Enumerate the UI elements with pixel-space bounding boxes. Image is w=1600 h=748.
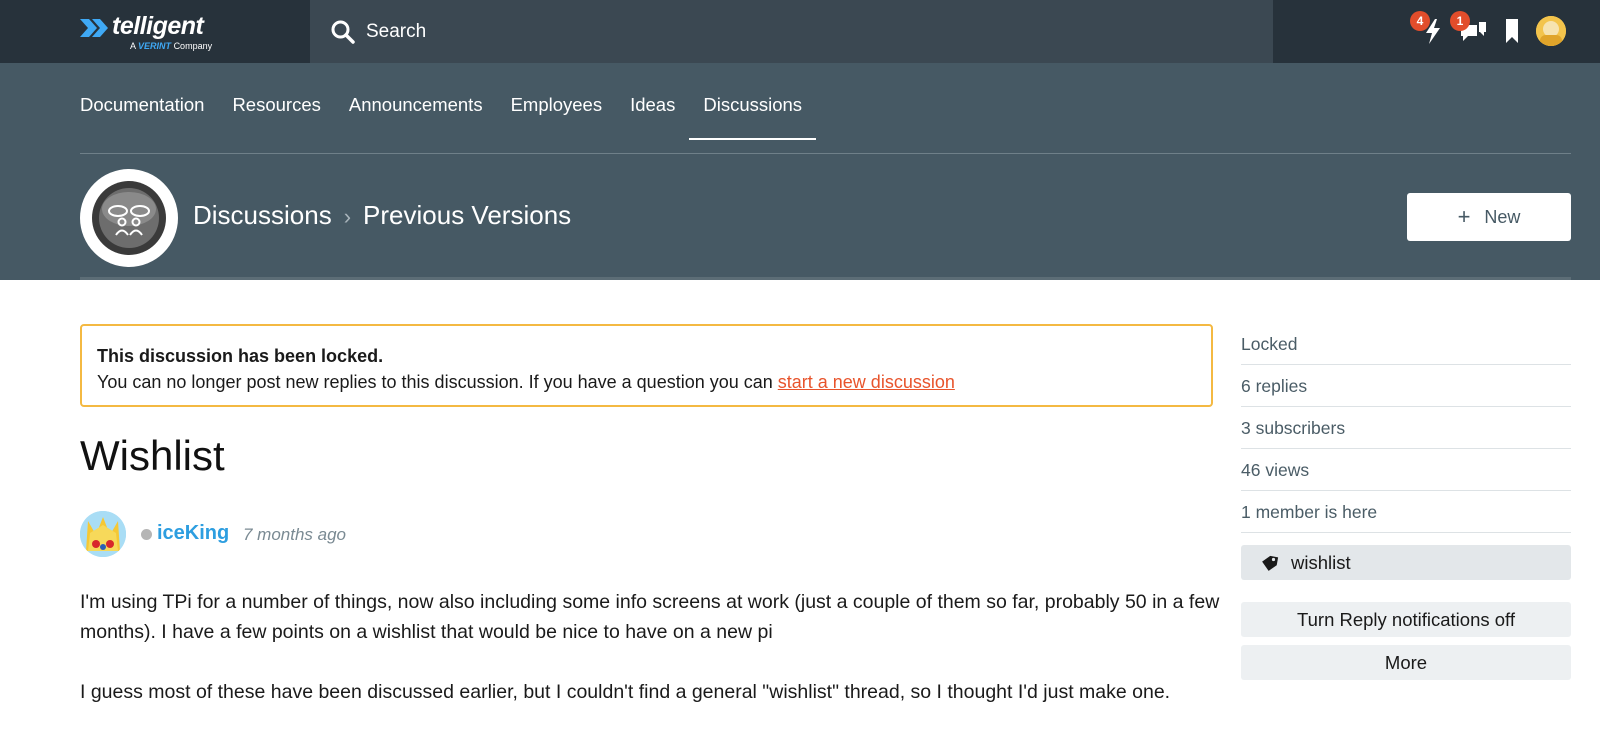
nav-employees[interactable]: Employees (497, 63, 617, 140)
logo-chevrons-icon (80, 19, 108, 37)
stat-locked: Locked (1241, 323, 1571, 365)
nav-documentation[interactable]: Documentation (80, 63, 218, 140)
start-new-discussion-link[interactable]: start a new discussion (778, 372, 955, 392)
discussion-sidebar: Locked 6 replies 3 subscribers 46 views … (1241, 323, 1571, 680)
breadcrumb-previous-versions[interactable]: Previous Versions (363, 200, 571, 230)
bookmark-icon (1506, 19, 1518, 43)
post-title: Wishlist (80, 432, 225, 479)
new-button-label: New (1484, 207, 1521, 227)
notifications-badge: 4 (1410, 11, 1430, 31)
locked-notice: This discussion has been locked. You can… (80, 324, 1213, 407)
tag-wishlist[interactable]: wishlist (1241, 545, 1571, 580)
bookmarks-button[interactable] (1497, 16, 1527, 46)
turn-reply-notifications-off-button[interactable]: Turn Reply notifications off (1241, 602, 1571, 637)
post-paragraph: I'm using TPi for a number of things, no… (80, 591, 1220, 643)
telligent-logo[interactable]: telligent A VERINT Company (80, 12, 230, 54)
stat-subscribers[interactable]: 3 subscribers (1241, 407, 1571, 449)
breadcrumb: Discussions › Previous Versions (193, 200, 571, 231)
group-discussion-icon (92, 181, 166, 255)
messages-button[interactable]: 1 (1450, 11, 1488, 46)
breadcrumb-separator: › (343, 204, 352, 229)
search-icon (331, 20, 355, 44)
tag-label: wishlist (1291, 552, 1351, 573)
group-avatar[interactable] (80, 169, 178, 267)
nav-ideas[interactable]: Ideas (616, 63, 689, 140)
crown-avatar-image (80, 511, 126, 557)
stat-views: 46 views (1241, 449, 1571, 491)
logo-tagline: A VERINT Company (130, 41, 213, 51)
user-avatar[interactable] (1536, 16, 1566, 46)
nav-announcements[interactable]: Announcements (335, 63, 497, 140)
new-button[interactable]: + New (1407, 193, 1571, 241)
stat-replies[interactable]: 6 replies (1241, 365, 1571, 407)
tag-icon (1262, 555, 1279, 571)
nav-divider (80, 153, 1571, 154)
search-placeholder: Search (366, 21, 427, 42)
messages-badge: 1 (1450, 11, 1470, 31)
main-navigation: Documentation Resources Announcements Em… (80, 63, 817, 141)
locked-notice-text: You can no longer post new replies to th… (97, 372, 955, 392)
author-avatar[interactable] (80, 511, 126, 557)
author-name-link[interactable]: iceKing (157, 522, 229, 545)
breadcrumb-discussions[interactable]: Discussions (193, 200, 332, 230)
more-button[interactable]: More (1241, 645, 1571, 680)
top-bar: telligent A VERINT Company Search 4 1 (0, 0, 1600, 63)
nav-resources[interactable]: Resources (218, 63, 334, 140)
user-avatar-image (1536, 16, 1566, 46)
post-paragraph: I guess most of these have been discusse… (80, 681, 1171, 703)
header-divider (80, 277, 1571, 280)
logo-wordmark: telligent (112, 12, 204, 40)
post-date[interactable]: 7 months ago (243, 525, 346, 545)
search-input[interactable]: Search (310, 0, 1273, 63)
stat-members-here[interactable]: 1 member is here (1241, 491, 1571, 533)
presence-status-dot (141, 529, 152, 540)
plus-icon: + (1457, 204, 1471, 229)
notifications-button[interactable]: 4 (1410, 11, 1448, 46)
page-header: Documentation Resources Announcements Em… (0, 63, 1600, 280)
nav-discussions[interactable]: Discussions (689, 63, 817, 140)
locked-notice-title: This discussion has been locked. (97, 346, 384, 366)
